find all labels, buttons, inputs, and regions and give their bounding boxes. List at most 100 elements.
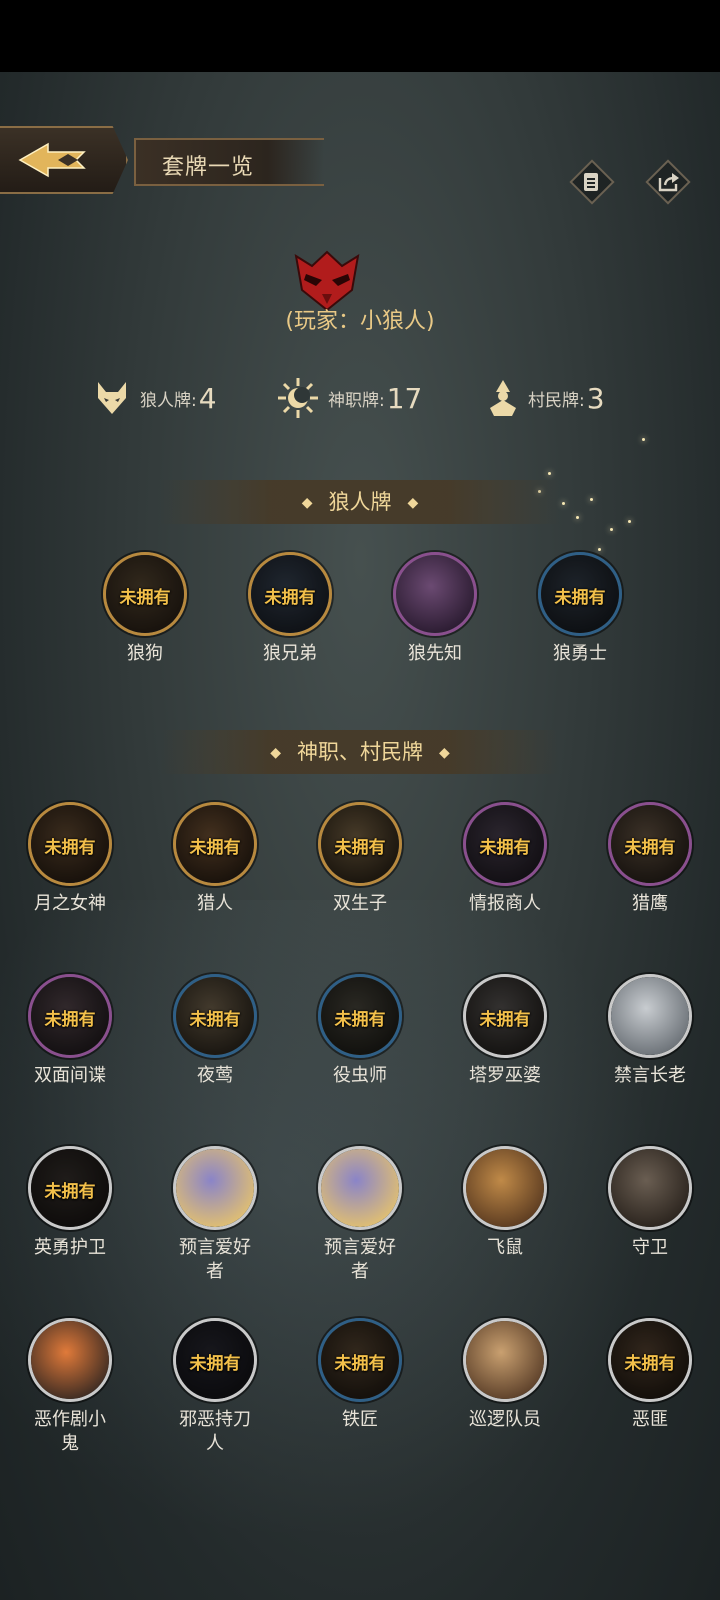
section-wolf-header: ◆ 狼人牌 ◆ [160, 480, 560, 524]
stat-gods: 神职牌: 17 [276, 378, 422, 418]
card-name: 双面间谍 [34, 1065, 106, 1086]
share-icon [658, 173, 679, 192]
god-card[interactable]: 未拥有 夜莺 [160, 974, 270, 1088]
back-button[interactable] [0, 126, 128, 194]
god-card[interactable]: 巡逻队员 [450, 1318, 560, 1432]
card-name: 巡逻队员 [469, 1409, 541, 1430]
title-plate: 套牌一览 [134, 138, 324, 186]
god-card[interactable]: 禁言长老 [595, 974, 705, 1088]
card-portrait[interactable] [173, 1146, 257, 1230]
card-portrait[interactable] [608, 974, 692, 1058]
stat-wolf: 狼人牌: 4 [92, 378, 217, 418]
wolf-card[interactable]: 未拥有 狼勇士 [525, 552, 635, 666]
god-card[interactable]: 未拥有 猎人 [160, 802, 270, 916]
sun-moon-icon [278, 378, 318, 418]
stat-wolf-value: 4 [198, 381, 217, 415]
card-portrait[interactable]: 未拥有 [318, 802, 402, 886]
god-card[interactable]: 未拥有 役虫师 [305, 974, 415, 1088]
wolf-card[interactable]: 未拥有 狼兄弟 [235, 552, 345, 666]
god-card[interactable]: 预言爱好者 [305, 1146, 415, 1284]
not-owned-tag: 未拥有 [44, 1010, 96, 1030]
god-card[interactable]: 飞鼠 [450, 1146, 560, 1260]
section-wolf-title: 狼人牌 [328, 490, 392, 514]
not-owned-tag: 未拥有 [119, 588, 171, 608]
god-card[interactable]: 未拥有 情报商人 [450, 802, 560, 916]
card-portrait[interactable]: 未拥有 [318, 1318, 402, 1402]
not-owned-tag: 未拥有 [479, 1010, 531, 1030]
card-portrait[interactable] [463, 1318, 547, 1402]
card-portrait[interactable] [463, 1146, 547, 1230]
card-name: 役虫师 [333, 1065, 387, 1086]
card-portrait[interactable]: 未拥有 [173, 1318, 257, 1402]
god-card[interactable]: 未拥有 双面间谍 [15, 974, 125, 1088]
god-card[interactable]: 未拥有 邪恶持刀人 [160, 1318, 270, 1456]
card-portrait[interactable]: 未拥有 [463, 974, 547, 1058]
card-portrait[interactable]: 未拥有 [463, 802, 547, 886]
stat-gods-value: 17 [386, 381, 423, 415]
card-portrait[interactable]: 未拥有 [318, 974, 402, 1058]
card-portrait[interactable]: 未拥有 [173, 802, 257, 886]
not-owned-tag: 未拥有 [624, 838, 676, 858]
card-name: 狼狗 [127, 643, 163, 664]
wolf-card[interactable]: 狼先知 [380, 552, 490, 666]
wolf-card[interactable]: 未拥有 狼狗 [90, 552, 200, 666]
section-gods-title: 神职、村民牌 [297, 740, 423, 764]
card-portrait[interactable]: 未拥有 [28, 1146, 112, 1230]
card-name: 预言爱好者 [324, 1237, 396, 1282]
not-owned-tag: 未拥有 [264, 588, 316, 608]
stat-gods-label: 神职牌: [328, 390, 385, 411]
god-card[interactable]: 未拥有 双生子 [305, 802, 415, 916]
deck-list-button[interactable] [569, 159, 615, 205]
not-owned-tag: 未拥有 [334, 1010, 386, 1030]
not-owned-tag: 未拥有 [44, 838, 96, 858]
card-name: 狼勇士 [553, 643, 607, 664]
card-portrait[interactable] [28, 1318, 112, 1402]
god-card[interactable]: 未拥有 铁匠 [305, 1318, 415, 1432]
portrait-image [611, 977, 689, 1055]
card-portrait[interactable]: 未拥有 [248, 552, 332, 636]
god-card[interactable]: 未拥有 猎鹰 [595, 802, 705, 916]
stat-villager-value: 3 [586, 381, 605, 415]
card-name: 双生子 [333, 893, 387, 914]
not-owned-tag: 未拥有 [189, 838, 241, 858]
card-name: 情报商人 [469, 893, 541, 914]
card-portrait[interactable]: 未拥有 [103, 552, 187, 636]
card-portrait[interactable] [393, 552, 477, 636]
god-card[interactable]: 未拥有 恶匪 [595, 1318, 705, 1432]
card-name: 猎鹰 [632, 893, 668, 914]
page-title: 套牌一览 [162, 155, 255, 180]
not-owned-tag: 未拥有 [189, 1010, 241, 1030]
card-name: 英勇护卫 [34, 1237, 106, 1258]
portrait-image [31, 1321, 109, 1399]
wolf-icon [98, 382, 126, 414]
portrait-image [466, 1321, 544, 1399]
god-card[interactable]: 预言爱好者 [160, 1146, 270, 1284]
back-arrow-icon [18, 142, 86, 178]
villager-icon [490, 380, 516, 416]
god-card[interactable]: 恶作剧小鬼 [15, 1318, 125, 1456]
not-owned-tag: 未拥有 [334, 838, 386, 858]
card-portrait[interactable]: 未拥有 [538, 552, 622, 636]
not-owned-tag: 未拥有 [624, 1354, 676, 1374]
card-portrait[interactable]: 未拥有 [173, 974, 257, 1058]
card-portrait[interactable]: 未拥有 [28, 802, 112, 886]
card-portrait[interactable] [608, 1146, 692, 1230]
card-name: 邪恶持刀人 [179, 1409, 251, 1454]
card-portrait[interactable]: 未拥有 [608, 1318, 692, 1402]
stat-villager-label: 村民牌: [528, 390, 585, 411]
god-card[interactable]: 未拥有 月之女神 [15, 802, 125, 916]
card-portrait[interactable] [318, 1146, 402, 1230]
document-icon [584, 173, 598, 191]
not-owned-tag: 未拥有 [479, 838, 531, 858]
card-portrait[interactable]: 未拥有 [608, 802, 692, 886]
card-name: 塔罗巫婆 [469, 1065, 541, 1086]
god-card[interactable]: 守卫 [595, 1146, 705, 1260]
share-button[interactable] [645, 159, 691, 205]
player-name: (玩家：小狼人) [285, 309, 435, 334]
card-name: 守卫 [632, 1237, 668, 1258]
card-name: 恶作剧小鬼 [34, 1409, 106, 1454]
god-card[interactable]: 未拥有 塔罗巫婆 [450, 974, 560, 1088]
god-card[interactable]: 未拥有 英勇护卫 [15, 1146, 125, 1260]
card-portrait[interactable]: 未拥有 [28, 974, 112, 1058]
portrait-image [466, 1149, 544, 1227]
